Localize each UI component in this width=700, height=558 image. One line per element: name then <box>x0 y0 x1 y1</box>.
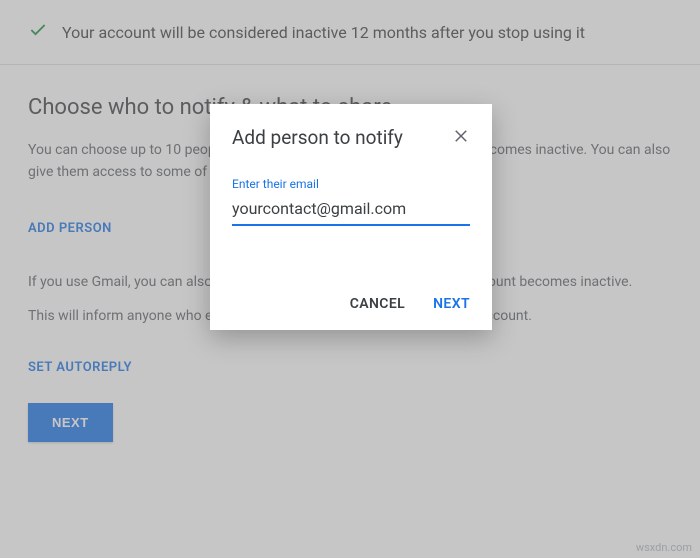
close-icon[interactable] <box>452 127 470 149</box>
add-person-dialog: Add person to notify Enter their email C… <box>210 104 492 330</box>
dialog-header: Add person to notify <box>232 126 470 149</box>
email-field[interactable] <box>232 197 470 226</box>
cancel-button[interactable]: CANCEL <box>350 296 405 312</box>
email-field-label: Enter their email <box>232 177 470 191</box>
watermark: wsxdn.com <box>636 541 692 554</box>
dialog-next-button[interactable]: NEXT <box>433 296 470 312</box>
dialog-actions: CANCEL NEXT <box>232 296 470 312</box>
dialog-title: Add person to notify <box>232 126 403 149</box>
